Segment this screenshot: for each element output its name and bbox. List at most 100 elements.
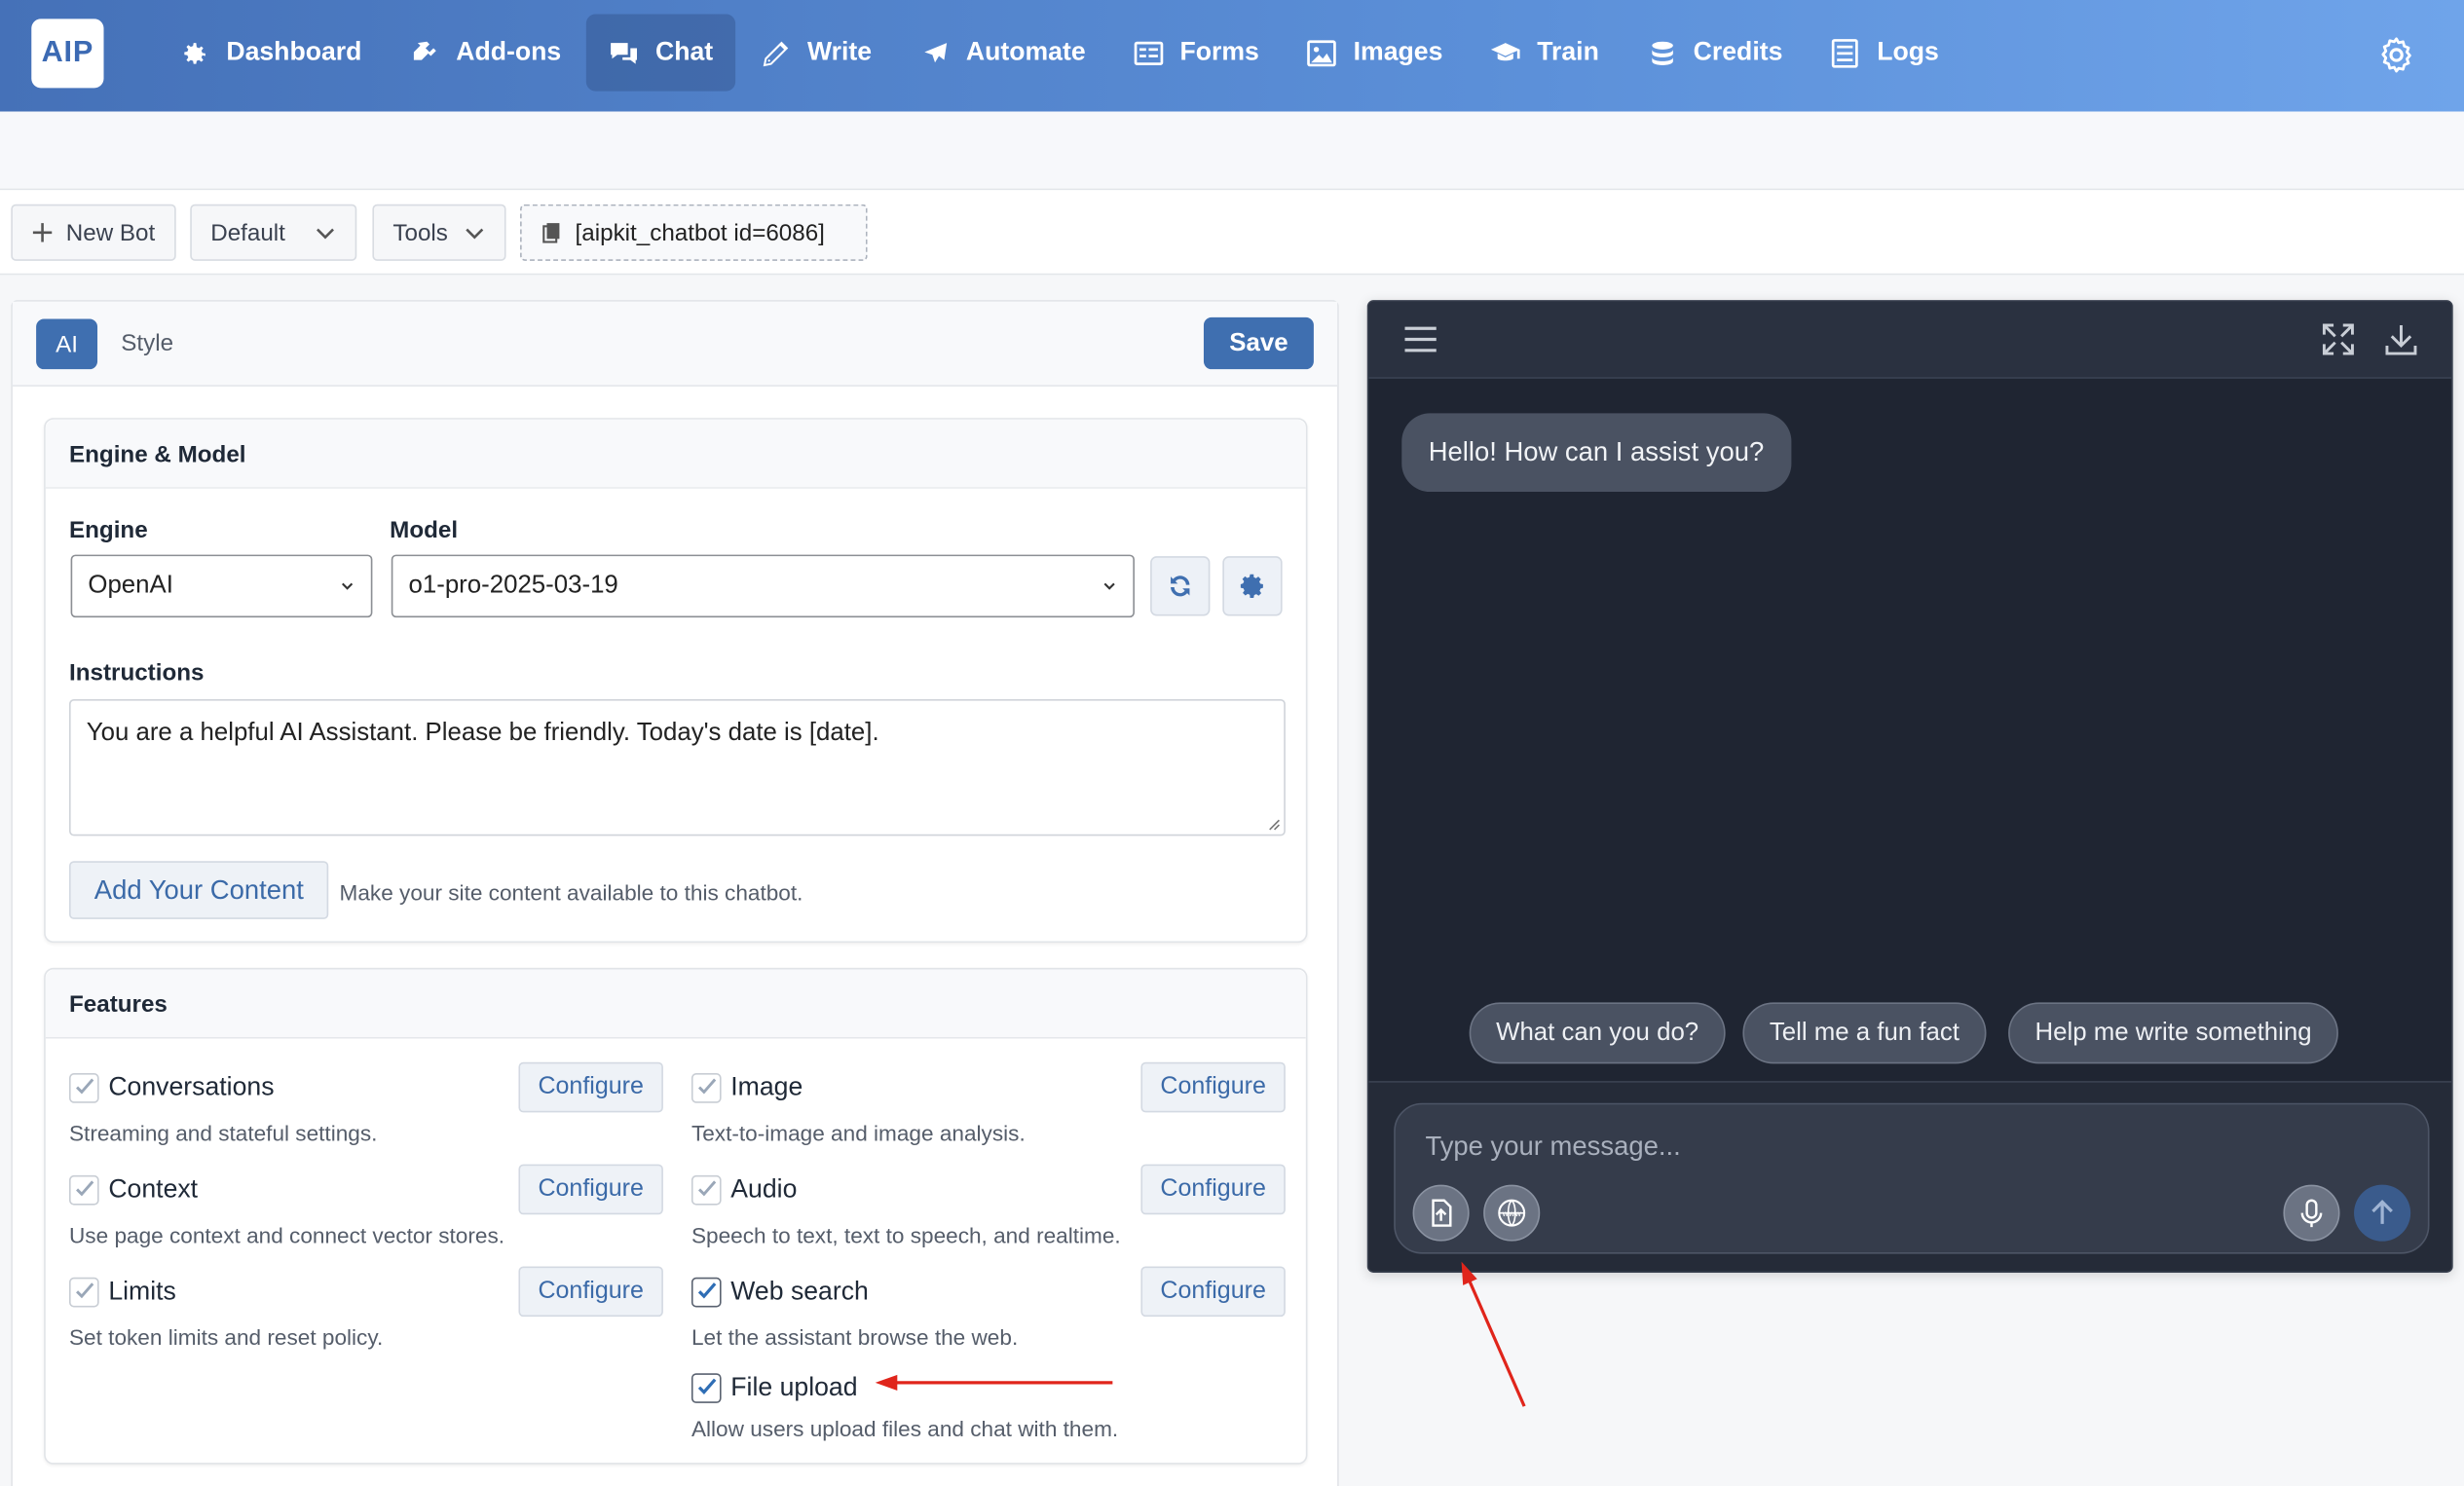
model-settings-button[interactable] (1222, 556, 1283, 616)
configure-audio-button[interactable]: Configure (1140, 1164, 1286, 1215)
tools-dropdown[interactable]: Tools (372, 204, 506, 261)
main-nav: Dashboard Add-ons Chat Write Automate Fo… (157, 14, 1963, 92)
feature-image: Image Configure Text-to-image and image … (691, 1061, 1286, 1146)
plug-icon (414, 40, 437, 59)
settings-panel: AI Style Save Engine & Model Engine Open… (11, 300, 1339, 1486)
default-bot-select[interactable]: Default (190, 204, 357, 261)
suggestion-chip[interactable]: Help me write something (2008, 1002, 2339, 1064)
feature-audio: Audio Configure Speech to text, text to … (691, 1164, 1286, 1247)
check-icon (697, 1078, 716, 1095)
engine-select[interactable]: OpenAI (70, 554, 373, 618)
model-value: o1-pro-2025-03-19 (408, 572, 618, 599)
voice-input-button[interactable] (2283, 1184, 2340, 1242)
arrow-up-icon (2371, 1200, 2393, 1224)
tab-ai[interactable]: AI (36, 318, 98, 370)
nav-label: Credits (1693, 37, 1783, 66)
chat-header (1368, 301, 2452, 379)
chatbot-preview: Hello! How can I assist you? What can yo… (1366, 300, 2453, 1273)
audio-checkbox[interactable] (691, 1174, 722, 1205)
limits-checkbox[interactable] (68, 1276, 99, 1307)
list-icon (1832, 38, 1859, 67)
shortcode-text: [aipkit_chatbot id=6086] (575, 219, 825, 246)
configure-web-search-button[interactable]: Configure (1140, 1266, 1286, 1318)
new-bot-button[interactable]: New Bot (11, 204, 176, 261)
nav-credits[interactable]: Credits (1624, 15, 1805, 92)
nav-logs[interactable]: Logs (1808, 15, 1960, 92)
model-select[interactable]: o1-pro-2025-03-19 (391, 554, 1135, 618)
suggestion-chip[interactable]: What can you do? (1469, 1002, 1726, 1064)
tab-style[interactable]: Style (121, 330, 173, 356)
engine-model-title: Engine & Model (45, 419, 1306, 489)
engine-label: Engine (68, 516, 148, 544)
nav-images[interactable]: Images (1285, 15, 1465, 92)
nav-label: Logs (1877, 37, 1939, 66)
nav-chat[interactable]: Chat (585, 14, 735, 92)
instructions-label: Instructions (68, 659, 205, 687)
coins-icon (1651, 40, 1673, 65)
feature-desc: Let the assistant browse the web. (691, 1324, 1019, 1351)
app-logo[interactable]: AIP (31, 19, 104, 89)
nav-forms[interactable]: Forms (1110, 15, 1281, 92)
check-icon (697, 1282, 716, 1299)
plane-icon (923, 42, 947, 62)
web-search-checkbox[interactable] (691, 1276, 722, 1307)
new-bot-label: New Bot (65, 219, 156, 246)
form-icon (1134, 40, 1163, 65)
copy-icon (542, 223, 560, 243)
file-upload-checkbox[interactable] (691, 1372, 722, 1403)
image-icon (1307, 39, 1337, 66)
nav-automate[interactable]: Automate (897, 15, 1107, 92)
add-content-hint: Make your site content available to this… (339, 879, 803, 906)
gear-icon (184, 42, 205, 63)
context-checkbox[interactable] (68, 1174, 99, 1205)
chat-footer: Type your message... www (1368, 1081, 2452, 1272)
conversations-checkbox[interactable] (68, 1072, 99, 1102)
nav-label: Forms (1179, 37, 1259, 66)
settings-gear-icon[interactable] (2376, 34, 2417, 75)
download-icon[interactable] (2384, 322, 2418, 356)
globe-www-icon: www (1498, 1199, 1526, 1227)
configure-limits-button[interactable]: Configure (518, 1266, 663, 1318)
feature-conversations: Conversations Configure Streaming and st… (68, 1061, 663, 1145)
nav-label: Dashboard (226, 37, 362, 66)
configure-conversations-button[interactable]: Configure (518, 1061, 663, 1113)
bot-toolbar: New Bot Default Tools [aipkit_chatbot id… (0, 190, 2464, 276)
shortcode-copy[interactable]: [aipkit_chatbot id=6086] (520, 204, 868, 261)
web-search-button[interactable]: www (1483, 1184, 1541, 1242)
feature-name: File upload (730, 1372, 858, 1401)
feature-name: Limits (108, 1276, 176, 1306)
image-checkbox[interactable] (691, 1072, 722, 1102)
configure-context-button[interactable]: Configure (518, 1164, 663, 1215)
nav-train[interactable]: Train (1468, 15, 1621, 92)
feature-limits: Limits Configure Set token limits and re… (68, 1266, 663, 1350)
nav-addons[interactable]: Add-ons (387, 15, 583, 92)
pencil-icon (763, 40, 788, 66)
message-input[interactable]: Type your message... www (1394, 1102, 2430, 1254)
nav-dashboard[interactable]: Dashboard (157, 15, 384, 92)
menu-icon[interactable] (1403, 323, 1437, 354)
suggestion-chip[interactable]: Tell me a fun fact (1742, 1002, 1987, 1064)
panel-header: AI Style Save (12, 301, 1338, 387)
feature-name: Image (730, 1072, 803, 1101)
check-icon (697, 1180, 716, 1197)
file-upload-button[interactable] (1412, 1184, 1470, 1242)
resize-grip-icon[interactable] (1265, 815, 1281, 831)
add-your-content-button[interactable]: Add Your Content (68, 861, 329, 919)
configure-image-button[interactable]: Configure (1140, 1061, 1286, 1113)
nav-label: Write (806, 37, 873, 66)
instructions-textarea[interactable]: You are a helpful AI Assistant. Please b… (68, 699, 1286, 836)
nav-write[interactable]: Write (738, 15, 894, 92)
expand-icon[interactable] (2321, 322, 2355, 356)
feature-desc: Text-to-image and image analysis. (691, 1120, 1026, 1146)
annotation-arrow-upload-button (1461, 1261, 1526, 1407)
save-button[interactable]: Save (1203, 316, 1314, 370)
send-button[interactable] (2354, 1184, 2411, 1242)
plus-icon (32, 223, 53, 242)
notice-strip (0, 111, 2464, 191)
message-placeholder: Type your message... (1425, 1131, 1681, 1162)
chevron-down-icon (342, 582, 354, 590)
refresh-models-button[interactable] (1150, 556, 1211, 616)
top-navbar: AIP Dashboard Add-ons Chat Write Automat… (0, 0, 2464, 112)
nav-label: Automate (965, 37, 1086, 66)
check-icon (75, 1282, 93, 1299)
